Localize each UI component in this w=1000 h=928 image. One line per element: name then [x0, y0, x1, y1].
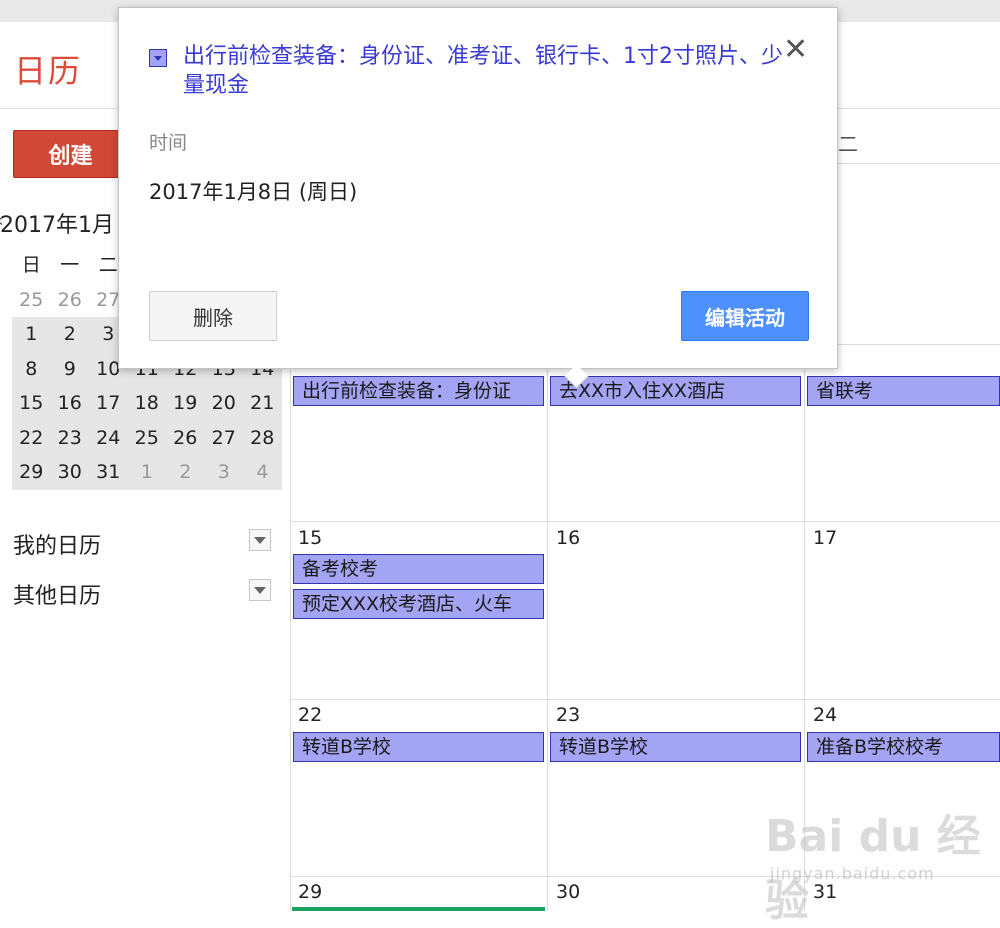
day-number[interactable]: 17: [813, 527, 837, 549]
mini-day[interactable]: 2: [166, 455, 205, 490]
event-chip[interactable]: 准备B学校校考: [807, 732, 1000, 762]
weekday-header-tuesday: 二: [838, 132, 858, 156]
mini-day[interactable]: 18: [128, 386, 167, 421]
edit-event-button[interactable]: 编辑活动: [681, 291, 809, 341]
mini-week-row: 15 16 17 18 19 20 21: [12, 386, 282, 421]
event-chip[interactable]: 转道B学校: [550, 732, 801, 762]
mini-day[interactable]: 26: [166, 421, 205, 456]
grid-line: [290, 699, 1000, 700]
day-number[interactable]: 29: [298, 881, 322, 903]
mini-day[interactable]: 19: [166, 386, 205, 421]
mini-weekday: 日: [21, 254, 41, 276]
close-icon[interactable]: ✕: [783, 32, 808, 67]
day-number[interactable]: 30: [556, 881, 580, 903]
day-number[interactable]: 24: [813, 704, 837, 726]
day-number[interactable]: 16: [556, 527, 580, 549]
my-calendars-label[interactable]: 我的日历: [13, 528, 101, 560]
create-button[interactable]: 创建: [13, 130, 128, 178]
mini-day[interactable]: 20: [205, 386, 244, 421]
event-chip[interactable]: 出行前检查装备：身份证: [293, 376, 544, 406]
day-number[interactable]: 23: [556, 704, 580, 726]
mini-day[interactable]: 28: [243, 421, 282, 456]
event-date: 2017年1月8日 (周日): [149, 180, 358, 204]
event-chip[interactable]: 转道B学校: [293, 732, 544, 762]
day-number[interactable]: 22: [298, 704, 322, 726]
mini-day[interactable]: 31: [89, 455, 128, 490]
mini-day[interactable]: 2: [51, 317, 90, 352]
mini-day[interactable]: 26: [51, 283, 90, 318]
mini-day[interactable]: 25: [12, 283, 51, 318]
event-title: 出行前检查装备：身份证、准考证、银行卡、1寸2寸照片、少量现金: [183, 44, 783, 98]
mini-calendar-month: 2017年1月: [0, 213, 114, 238]
my-calendars-dropdown-icon[interactable]: [249, 529, 271, 551]
mini-day[interactable]: 8: [12, 352, 51, 387]
other-calendars-dropdown-icon[interactable]: [249, 579, 271, 601]
calendar-color-icon[interactable]: [149, 49, 167, 67]
event-chip[interactable]: 预定XXX校考酒店、火车: [293, 589, 544, 619]
mini-day[interactable]: 1: [12, 317, 51, 352]
event-chip[interactable]: 省联考: [807, 376, 1000, 406]
time-label: 时间: [149, 132, 188, 154]
event-chip[interactable]: 备考校考: [293, 554, 544, 584]
mini-day[interactable]: 4: [243, 455, 282, 490]
delete-button[interactable]: 删除: [149, 291, 277, 341]
mini-day[interactable]: 17: [89, 386, 128, 421]
mini-day[interactable]: 9: [51, 352, 90, 387]
mini-day[interactable]: 25: [128, 421, 167, 456]
other-calendars-label[interactable]: 其他日历: [13, 578, 101, 610]
app-title: 日历: [14, 52, 83, 90]
mini-day[interactable]: 23: [51, 421, 90, 456]
grid-line: [290, 521, 1000, 522]
mini-day[interactable]: 24: [89, 421, 128, 456]
today-indicator: [292, 907, 545, 911]
event-chip[interactable]: 去XX市入住XX酒店: [550, 376, 801, 406]
mini-day[interactable]: 21: [243, 386, 282, 421]
mini-week-row: 22 23 24 25 26 27 28: [12, 420, 282, 456]
mini-day[interactable]: 22: [12, 421, 51, 456]
watermark-url: jingyan.baidu.com: [770, 864, 935, 883]
mini-day[interactable]: 16: [51, 386, 90, 421]
mini-day[interactable]: 30: [51, 455, 90, 490]
mini-day[interactable]: 27: [205, 421, 244, 456]
mini-day[interactable]: 3: [205, 455, 244, 490]
mini-day[interactable]: 1: [128, 455, 167, 490]
mini-weekday: 一: [60, 254, 80, 276]
mini-day[interactable]: 15: [12, 386, 51, 421]
day-number[interactable]: 15: [298, 527, 322, 549]
mini-day[interactable]: 29: [12, 455, 51, 490]
mini-week-row: 29 30 31 1 2 3 4: [12, 455, 282, 490]
event-detail-popup: 出行前检查装备：身份证、准考证、银行卡、1寸2寸照片、少量现金 ✕ 时间 201…: [118, 7, 838, 389]
